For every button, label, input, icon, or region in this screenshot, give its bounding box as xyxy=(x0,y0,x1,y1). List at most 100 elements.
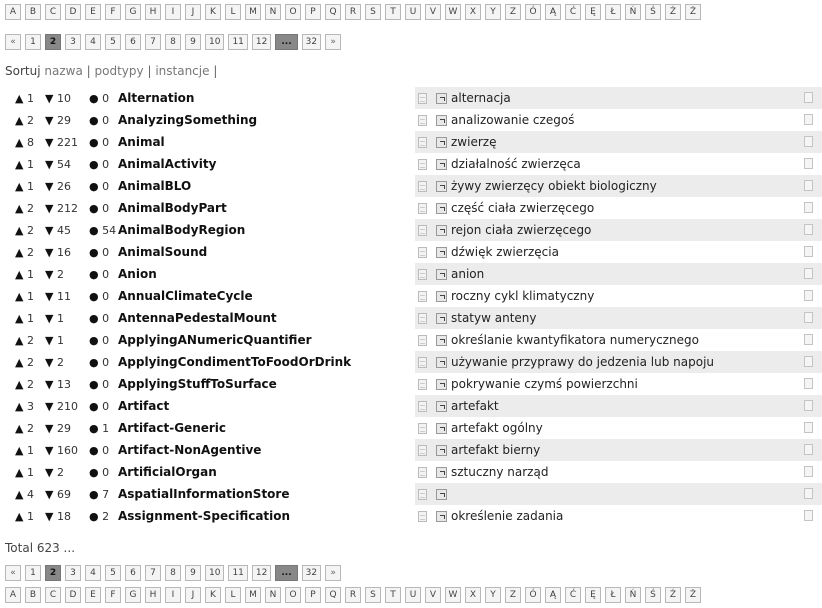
translation-doc-icon[interactable] xyxy=(804,114,813,125)
page-button[interactable]: 3 xyxy=(65,34,81,50)
instances-count[interactable]: 0 xyxy=(102,136,109,149)
instances-count[interactable]: 0 xyxy=(102,400,109,413)
comment-doc-icon[interactable] xyxy=(418,290,427,302)
instances-count[interactable]: 2 xyxy=(102,510,109,523)
concept-name[interactable]: Animal xyxy=(118,131,415,153)
letter-key[interactable]: V xyxy=(425,587,441,603)
subtypes-count[interactable]: 26 xyxy=(57,180,71,193)
comment-doc-icon[interactable] xyxy=(418,444,427,456)
comment-doc-icon[interactable] xyxy=(418,202,427,214)
instances-count[interactable]: 0 xyxy=(102,290,109,303)
comment-doc-icon[interactable] xyxy=(418,422,427,434)
subtypes-count[interactable]: 29 xyxy=(57,422,71,435)
instances-count[interactable]: 0 xyxy=(102,356,109,369)
translation-text[interactable]: anion xyxy=(451,267,484,281)
page-button[interactable]: 6 xyxy=(125,565,141,581)
comment-doc-icon[interactable] xyxy=(418,400,427,412)
translation-link-icon[interactable] xyxy=(436,268,447,280)
letter-key[interactable]: K xyxy=(205,587,221,603)
letter-key[interactable]: Ń xyxy=(625,4,641,20)
comment-doc-icon[interactable] xyxy=(418,488,427,500)
letter-key[interactable]: O xyxy=(285,4,301,20)
comment-doc-icon[interactable] xyxy=(418,466,427,478)
translation-text[interactable]: alternacja xyxy=(451,91,511,105)
letter-key[interactable]: Ś xyxy=(645,587,661,603)
translation-text[interactable]: działalność zwierzęca xyxy=(451,157,581,171)
supertypes-count[interactable]: 1 xyxy=(27,444,34,457)
page-button[interactable]: 12 xyxy=(251,34,272,50)
supertypes-count[interactable]: 2 xyxy=(27,378,34,391)
letter-key[interactable]: O xyxy=(285,587,301,603)
letter-key[interactable]: B xyxy=(25,587,41,603)
subtypes-count[interactable]: 45 xyxy=(57,224,71,237)
translation-doc-icon[interactable] xyxy=(804,488,813,499)
last-page-button[interactable]: 32 xyxy=(301,565,322,581)
translation-doc-icon[interactable] xyxy=(804,444,813,455)
letter-key[interactable]: H xyxy=(145,587,161,603)
instances-count[interactable]: 0 xyxy=(102,180,109,193)
translation-text[interactable]: statyw anteny xyxy=(451,311,537,325)
translation-doc-icon[interactable] xyxy=(804,334,813,345)
translation-link-icon[interactable] xyxy=(436,136,447,148)
page-button[interactable]: 12 xyxy=(251,565,272,581)
instances-count[interactable]: 0 xyxy=(102,378,109,391)
letter-key[interactable]: Ż xyxy=(685,4,701,20)
subtypes-count[interactable]: 16 xyxy=(57,246,71,259)
page-button[interactable]: 4 xyxy=(85,565,101,581)
subtypes-count[interactable]: 54 xyxy=(57,158,71,171)
concept-name[interactable]: ArtificialOrgan xyxy=(118,461,415,483)
subtypes-count[interactable]: 1 xyxy=(57,312,64,325)
instances-count[interactable]: 7 xyxy=(102,488,109,501)
concept-name[interactable]: AnimalBodyRegion xyxy=(118,219,415,241)
supertypes-count[interactable]: 2 xyxy=(27,202,34,215)
letter-key[interactable]: W xyxy=(445,587,461,603)
letter-key[interactable]: Ś xyxy=(645,4,661,20)
letter-key[interactable]: Ć xyxy=(565,587,581,603)
translation-link-icon[interactable] xyxy=(436,378,447,390)
instances-count[interactable]: 54 xyxy=(102,224,116,237)
comment-doc-icon[interactable] xyxy=(418,158,427,170)
translation-text[interactable]: roczny cykl klimatyczny xyxy=(451,289,594,303)
letter-key[interactable]: F xyxy=(105,4,121,20)
page-button[interactable]: 9 xyxy=(185,565,201,581)
concept-name[interactable]: ApplyingCondimentToFoodOrDrink xyxy=(118,351,415,373)
instances-count[interactable]: 0 xyxy=(102,114,109,127)
supertypes-count[interactable]: 2 xyxy=(27,224,34,237)
letter-key[interactable]: J xyxy=(185,587,201,603)
instances-count[interactable]: 0 xyxy=(102,312,109,325)
page-button[interactable]: 6 xyxy=(125,34,141,50)
translation-doc-icon[interactable] xyxy=(804,202,813,213)
comment-doc-icon[interactable] xyxy=(418,92,427,104)
supertypes-count[interactable]: 1 xyxy=(27,158,34,171)
letter-key[interactable]: U xyxy=(405,4,421,20)
letter-key[interactable]: G xyxy=(125,4,141,20)
translation-link-icon[interactable] xyxy=(436,356,447,368)
translation-text[interactable]: dźwięk zwierzęcia xyxy=(451,245,559,259)
instances-count[interactable]: 0 xyxy=(102,466,109,479)
page-button[interactable]: 2 xyxy=(45,565,61,581)
letter-key[interactable]: L xyxy=(225,587,241,603)
subtypes-count[interactable]: 2 xyxy=(57,356,64,369)
subtypes-count[interactable]: 11 xyxy=(57,290,71,303)
translation-text[interactable]: artefakt bierny xyxy=(451,443,540,457)
translation-link-icon[interactable] xyxy=(436,488,447,500)
page-button[interactable]: 5 xyxy=(105,565,121,581)
translation-text[interactable]: używanie przyprawy do jedzenia lub napoj… xyxy=(451,355,714,369)
letter-key[interactable]: Ł xyxy=(605,4,621,20)
letter-key[interactable]: Ć xyxy=(565,4,581,20)
next-page-button[interactable]: » xyxy=(325,34,342,50)
letter-key[interactable]: V xyxy=(425,4,441,20)
concept-name[interactable]: AnalyzingSomething xyxy=(118,109,415,131)
instances-count[interactable]: 0 xyxy=(102,268,109,281)
subtypes-count[interactable]: 2 xyxy=(57,268,64,281)
subtypes-count[interactable]: 212 xyxy=(57,202,78,215)
concept-name[interactable]: Alternation xyxy=(118,87,415,109)
translation-text[interactable]: część ciała zwierzęcego xyxy=(451,201,594,215)
page-button[interactable]: 7 xyxy=(145,34,161,50)
supertypes-count[interactable]: 8 xyxy=(27,136,34,149)
instances-count[interactable]: 0 xyxy=(102,444,109,457)
page-button[interactable]: 10 xyxy=(205,565,225,581)
next-page-button[interactable]: » xyxy=(325,565,342,581)
supertypes-count[interactable]: 1 xyxy=(27,290,34,303)
translation-doc-icon[interactable] xyxy=(804,158,813,169)
